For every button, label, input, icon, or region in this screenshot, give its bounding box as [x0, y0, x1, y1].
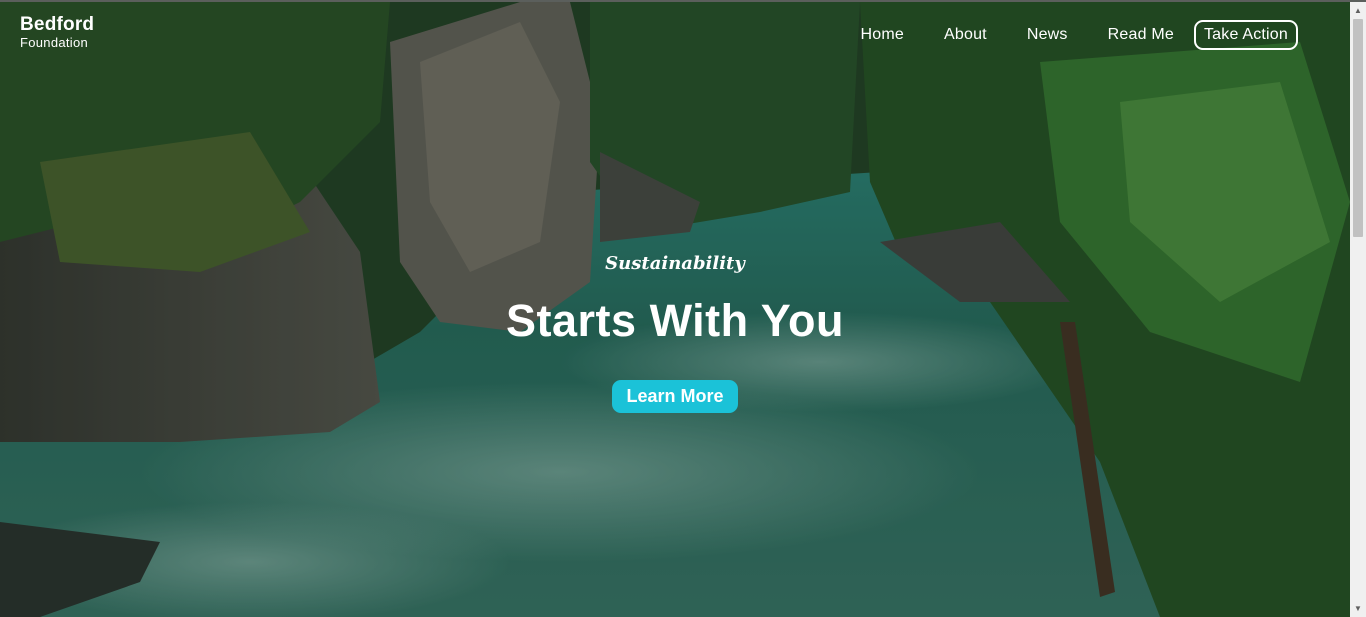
scrollbar-thumb[interactable]	[1353, 19, 1363, 237]
nav-news[interactable]: News	[1027, 20, 1068, 50]
hero-content: Sustainability Starts With You Learn Mor…	[0, 252, 1350, 413]
nav-home[interactable]: Home	[861, 20, 904, 50]
hero-section: Bedford Foundation Home About News Read …	[0, 2, 1350, 617]
nav-read-me[interactable]: Read Me	[1108, 20, 1174, 50]
brand-name: Bedford	[20, 14, 95, 35]
brand-logo[interactable]: Bedford Foundation	[20, 14, 94, 51]
brand-subtitle: Foundation	[20, 35, 89, 50]
nav-about[interactable]: About	[944, 20, 987, 50]
window-top-border	[0, 0, 1366, 2]
main-nav: Home About News Read Me Take Action	[861, 20, 1298, 50]
learn-more-button[interactable]: Learn More	[612, 380, 738, 413]
vertical-scrollbar[interactable]: ▲ ▼	[1350, 2, 1366, 617]
hero-kicker: Sustainability	[605, 253, 745, 274]
take-action-button[interactable]: Take Action	[1193, 20, 1298, 50]
scroll-down-icon[interactable]: ▼	[1350, 600, 1366, 617]
hero-headline: Starts With You	[506, 295, 844, 346]
scroll-up-icon[interactable]: ▲	[1350, 2, 1366, 19]
